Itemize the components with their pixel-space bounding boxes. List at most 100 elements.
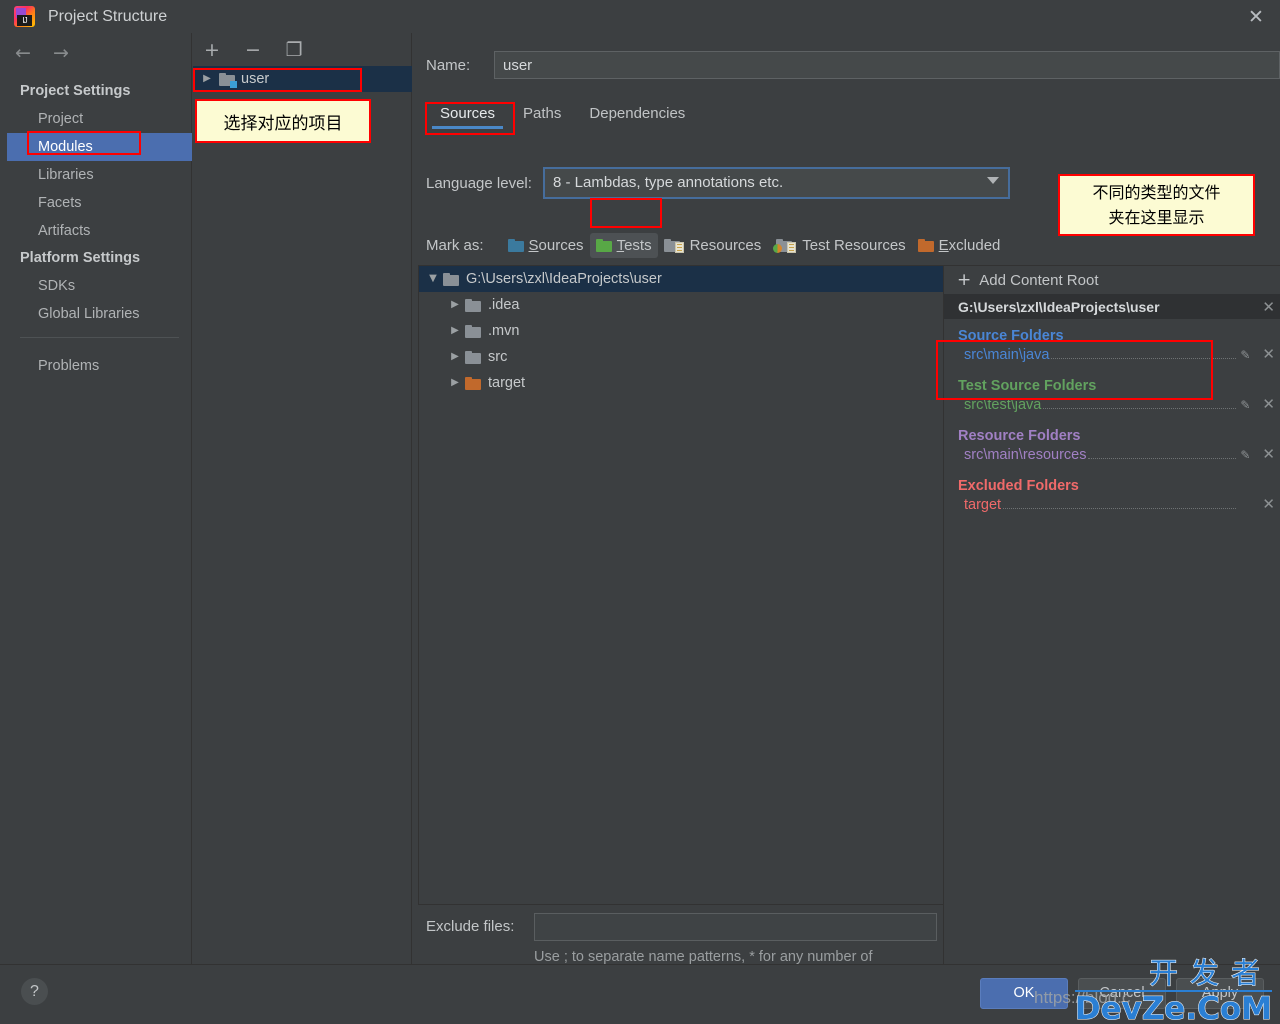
excluded-folder-path: target (964, 497, 1002, 513)
expand-arrow-icon[interactable]: ▶ (201, 66, 213, 92)
editor-tabs: Sources Paths Dependencies (426, 97, 699, 129)
language-level-label: Language level: (426, 174, 532, 192)
module-list-panel: + − ❐ ▶ user (193, 33, 412, 964)
mark-as-tests-label: ests (624, 237, 652, 254)
remove-content-root-icon[interactable]: ✕ (1262, 298, 1275, 316)
close-icon[interactable]: ✕ (1246, 7, 1266, 27)
sidebar-nav-buttons: ← → (13, 43, 71, 63)
add-content-root-button[interactable]: + Add Content Root (944, 266, 1280, 294)
sidebar-divider (20, 337, 179, 338)
dotted-leader (1088, 458, 1237, 459)
remove-folder-icon[interactable]: ✕ (1262, 345, 1275, 363)
test-source-folder-path: src\test\java (964, 397, 1042, 413)
dotted-leader (1043, 408, 1237, 409)
file-tree-label: .mvn (488, 323, 520, 339)
mark-as-row: Mark as: Sources Tests Resources Test Re… (426, 233, 1006, 258)
dotted-leader (1003, 508, 1237, 509)
edit-pencil-icon[interactable]: ✎ (1240, 398, 1254, 412)
test-source-folder-entry[interactable]: src\test\java ✎ ✕ (944, 395, 1280, 419)
excluded-folder-entry[interactable]: target ✕ (944, 495, 1280, 519)
content-roots-panel: + Add Content Root G:\Users\zxl\IdeaProj… (943, 265, 1280, 965)
module-tree-row-user[interactable]: ▶ user (193, 66, 412, 92)
mark-as-resources-button[interactable]: Resources (658, 233, 768, 258)
file-tree-row-src[interactable]: ▶ src (419, 344, 943, 370)
mark-as-sources-button[interactable]: Sources (502, 233, 590, 258)
module-name-label: user (241, 71, 270, 87)
edit-pencil-icon[interactable]: ✎ (1240, 448, 1254, 462)
module-editor-panel: Name: Sources Paths Dependencies Languag… (413, 33, 1280, 985)
add-module-icon[interactable]: + (201, 39, 223, 61)
tab-sources[interactable]: Sources (426, 105, 509, 129)
sidebar-item-sdks[interactable]: SDKs (7, 272, 192, 300)
watermark-brand: 开发者 DevZe.CoM (1074, 957, 1272, 1024)
ide-background-strip (0, 0, 7, 1024)
sidebar-item-facets[interactable]: Facets (7, 189, 192, 217)
content-root-path: G:\Users\zxl\IdeaProjects\user (958, 298, 1160, 315)
dialog-body: ← → Project Settings Project Modules Lib… (7, 33, 1280, 985)
forward-arrow-icon[interactable]: → (51, 43, 71, 63)
mark-as-label: Mark as: (426, 237, 484, 254)
source-folders-title: Source Folders (958, 328, 1064, 344)
file-tree-label: target (488, 375, 526, 391)
exclude-files-input[interactable] (534, 913, 937, 941)
chevron-down-icon[interactable] (987, 177, 999, 184)
annotation-note-folders: 不同的类型的文件 夹在这里显示 (1058, 174, 1255, 236)
expand-arrow-icon[interactable]: ▶ (447, 344, 463, 370)
module-name-input[interactable] (494, 51, 1280, 79)
expand-arrow-icon[interactable]: ▶ (447, 318, 463, 344)
mark-as-resources-label: Resources (689, 237, 762, 254)
folder-orange-icon (917, 239, 934, 252)
file-tree-row-idea[interactable]: ▶ .idea (419, 292, 943, 318)
window-title: Project Structure (48, 8, 168, 25)
help-button[interactable]: ? (21, 978, 48, 1005)
file-tree-row-root[interactable]: ▼ G:\Users\zxl\IdeaProjects\user (419, 266, 943, 292)
folder-green-icon (595, 239, 612, 252)
file-tree-row-target[interactable]: ▶ target (419, 370, 943, 396)
file-tree-row-mvn[interactable]: ▶ .mvn (419, 318, 943, 344)
file-tree-label: G:\Users\zxl\IdeaProjects\user (466, 271, 662, 287)
resource-folder-entry[interactable]: src\main\resources ✎ ✕ (944, 445, 1280, 469)
copy-module-icon[interactable]: ❐ (283, 39, 305, 61)
remove-module-icon[interactable]: − (242, 39, 264, 61)
mark-as-tests-button[interactable]: Tests (589, 233, 658, 258)
source-folder-entry[interactable]: src\main\java ✎ ✕ (944, 345, 1280, 369)
exclude-files-row: Exclude files: (426, 913, 937, 941)
language-level-row: Language level: 8 - Lambdas, type annota… (426, 167, 1010, 199)
language-level-value: 8 - Lambdas, type annotations etc. (553, 174, 784, 191)
content-file-tree[interactable]: ▼ G:\Users\zxl\IdeaProjects\user ▶ .idea… (418, 265, 943, 905)
mark-as-test-resources-button[interactable]: Test Resources (767, 233, 911, 258)
expand-arrow-icon[interactable]: ▶ (447, 370, 463, 396)
mark-as-excluded-button[interactable]: Excluded (912, 233, 1007, 258)
remove-folder-icon[interactable]: ✕ (1262, 495, 1275, 513)
sidebar-item-global-libraries[interactable]: Global Libraries (7, 300, 192, 328)
remove-folder-icon[interactable]: ✕ (1262, 395, 1275, 413)
annotation-note-folders-line-2: 夹在这里显示 (1108, 208, 1205, 227)
sidebar-item-problems[interactable]: Problems (7, 352, 192, 380)
back-arrow-icon[interactable]: ← (13, 43, 33, 63)
add-content-root-label: Add Content Root (979, 271, 1099, 289)
settings-sidebar: ← → Project Settings Project Modules Lib… (7, 33, 192, 964)
folder-icon (443, 272, 459, 286)
sidebar-group-project-settings: Project Settings (20, 83, 131, 99)
folder-blue-icon (507, 239, 524, 252)
watermark-brand-en: DevZe.CoM (1074, 991, 1272, 1024)
language-level-select[interactable]: 8 - Lambdas, type annotations etc. (543, 167, 1010, 199)
sidebar-item-libraries[interactable]: Libraries (7, 161, 192, 189)
folder-orange-icon (465, 376, 481, 390)
plus-icon: + (957, 270, 972, 290)
expand-arrow-icon[interactable]: ▶ (447, 292, 463, 318)
resource-folder-path: src\main\resources (964, 447, 1087, 463)
folder-icon (465, 350, 481, 364)
edit-pencil-icon[interactable]: ✎ (1240, 348, 1254, 362)
tab-dependencies[interactable]: Dependencies (575, 105, 699, 129)
collapse-arrow-icon[interactable]: ▼ (425, 266, 441, 292)
folder-icon (465, 298, 481, 312)
folder-test-resources-icon (773, 239, 797, 253)
sidebar-item-modules[interactable]: Modules (7, 133, 192, 161)
module-toolbar: + − ❐ (201, 39, 305, 61)
remove-folder-icon[interactable]: ✕ (1262, 445, 1275, 463)
sidebar-item-artifacts[interactable]: Artifacts (7, 217, 192, 245)
annotation-note-module: 选择对应的项目 (195, 99, 371, 143)
tab-paths[interactable]: Paths (509, 105, 575, 129)
sidebar-item-project[interactable]: Project (7, 105, 192, 133)
